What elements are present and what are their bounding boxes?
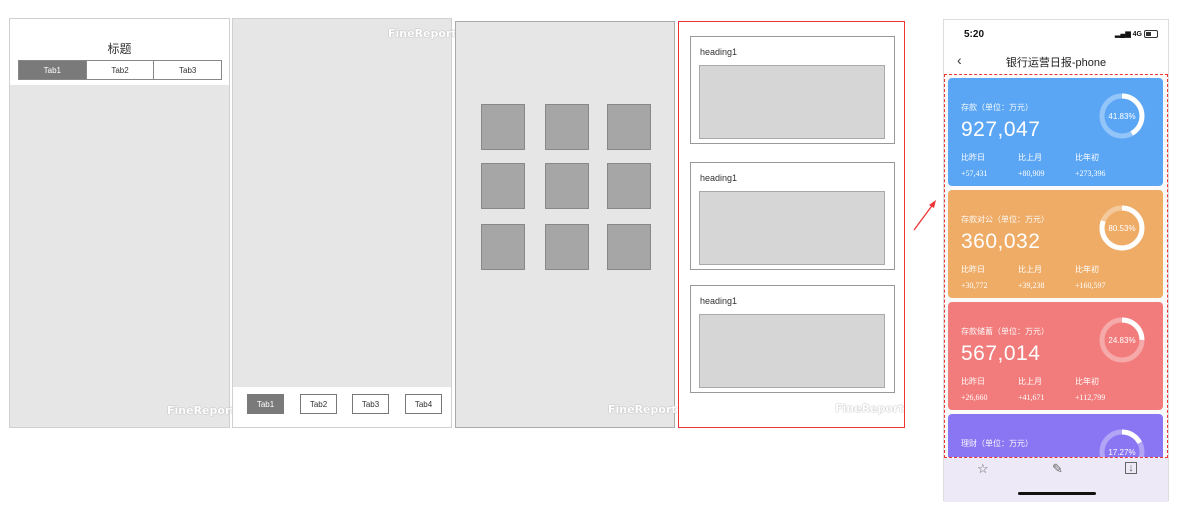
nav-bar: ‹ 银行运营日报-phone bbox=[944, 50, 1168, 74]
status-bar: 5:20 ▂▄▆ 4G bbox=[944, 20, 1168, 50]
percent-text: 24.83% bbox=[1108, 335, 1136, 345]
metric-label: 存款（单位：万元） bbox=[961, 103, 1033, 112]
download-icon[interactable]: ↓ bbox=[1125, 462, 1137, 474]
phone-preview: 5:20 ▂▄▆ 4G ‹ 银行运营日报-phone 存款（单位：万元） 927,… bbox=[943, 19, 1169, 502]
watermark: FineReport bbox=[388, 27, 457, 40]
report-scroll-area[interactable]: 存款（单位：万元） 927,047 比昨日 +57,431 比上月 +80,909 比年初 +… bbox=[944, 74, 1168, 458]
card-heading: heading1 bbox=[700, 296, 738, 306]
status-time: 5:20 bbox=[964, 29, 985, 40]
compare-value: +26,660 bbox=[961, 393, 988, 402]
tab-bar: Tab1 Tab2 Tab3 bbox=[18, 60, 222, 80]
compare-label: 比年初 bbox=[1075, 377, 1099, 386]
arrow-icon bbox=[913, 200, 936, 231]
compare-value: +41,671 bbox=[1018, 393, 1045, 402]
grid-tile[interactable] bbox=[545, 224, 589, 270]
page-title: 标题 bbox=[107, 42, 132, 56]
watermark: FineReport bbox=[835, 402, 904, 415]
star-icon[interactable]: ☆ bbox=[977, 461, 989, 477]
template-grid: FineReport bbox=[455, 21, 677, 428]
metric-value: 567,014 bbox=[961, 342, 1041, 365]
card-heading: heading1 bbox=[700, 173, 738, 183]
metric-card[interactable]: 存款对公（单位：万元） 360,032 比昨日 +30,772 比上月 +39,238 比年… bbox=[948, 190, 1163, 298]
compare-label: 比年初 bbox=[1075, 153, 1099, 162]
battery-icon bbox=[1144, 30, 1158, 38]
card-content-placeholder bbox=[699, 65, 885, 139]
grid-tile[interactable] bbox=[545, 163, 589, 209]
metric-label: 存款储蓄（单位：万元） bbox=[961, 327, 1049, 336]
percent-text: 41.83% bbox=[1108, 111, 1136, 121]
metric-label: 存款对公（单位：万元） bbox=[961, 215, 1049, 224]
bottom-tab-2[interactable]: Tab2 bbox=[300, 394, 337, 414]
template-cards-highlighted: heading1 heading1 heading1 FineReport bbox=[678, 21, 905, 428]
card[interactable]: heading1 bbox=[690, 285, 895, 393]
watermark: FineReport bbox=[608, 403, 677, 416]
grid-tile[interactable] bbox=[607, 224, 651, 270]
pencil-icon[interactable]: ✎ bbox=[1052, 461, 1063, 477]
metric-card[interactable]: 理财（单位：万元） 17.27% bbox=[948, 414, 1163, 457]
metric-card[interactable]: 存款储蓄（单位：万元） 567,014 比昨日 +26,660 比上月 +41,671 比年… bbox=[948, 302, 1163, 410]
card-heading: heading1 bbox=[700, 47, 738, 57]
compare-value: +30,772 bbox=[961, 281, 988, 290]
compare-value: +273,396 bbox=[1075, 169, 1106, 178]
tab-1[interactable]: Tab1 bbox=[19, 61, 86, 79]
grid-tile[interactable] bbox=[481, 104, 525, 150]
grid-tile[interactable] bbox=[607, 163, 651, 209]
signal-indicator: ▂▄▆ 4G bbox=[1114, 31, 1142, 38]
compare-label: 比昨日 bbox=[961, 153, 985, 162]
metric-value: 360,032 bbox=[961, 230, 1041, 253]
card-content-placeholder bbox=[699, 191, 885, 265]
template-bottom-tabs: FineReport Tab1 Tab2 Tab3 Tab4 bbox=[232, 18, 457, 428]
metric-value: 927,047 bbox=[961, 118, 1041, 141]
compare-value: +57,431 bbox=[961, 169, 988, 178]
compare-label: 比上月 bbox=[1018, 153, 1042, 162]
compare-label: 比昨日 bbox=[961, 377, 985, 386]
report-title: 银行运营日报-phone bbox=[1005, 57, 1107, 69]
card[interactable]: heading1 bbox=[690, 36, 895, 144]
bottom-tab-4[interactable]: Tab4 bbox=[405, 394, 442, 414]
home-indicator bbox=[1018, 492, 1096, 495]
compare-value: +80,909 bbox=[1018, 169, 1045, 178]
grid-tile[interactable] bbox=[545, 104, 589, 150]
header-area: 标题 Tab1 Tab2 Tab3 bbox=[10, 19, 229, 85]
compare-value: +112,799 bbox=[1075, 393, 1106, 402]
bottom-tab-1[interactable]: Tab1 bbox=[247, 394, 284, 414]
tab-2[interactable]: Tab2 bbox=[85, 61, 154, 79]
bottom-toolbar: ☆ ✎ ↓ bbox=[944, 458, 1168, 502]
template-top-tabs: 标题 Tab1 Tab2 Tab3 FineReport bbox=[9, 18, 236, 428]
bottom-tab-3[interactable]: Tab3 bbox=[352, 394, 389, 414]
metric-label: 理财（单位：万元） bbox=[961, 439, 1033, 448]
compare-value: +160,597 bbox=[1075, 281, 1106, 290]
percent-text: 80.53% bbox=[1108, 223, 1136, 233]
compare-label: 比昨日 bbox=[961, 265, 985, 274]
grid-tile[interactable] bbox=[481, 224, 525, 270]
card[interactable]: heading1 bbox=[690, 162, 895, 270]
network-type: 4G bbox=[1132, 31, 1142, 38]
compare-value: +39,238 bbox=[1018, 281, 1045, 290]
compare-label: 比上月 bbox=[1018, 265, 1042, 274]
grid-tile[interactable] bbox=[481, 163, 525, 209]
grid-tile[interactable] bbox=[607, 104, 651, 150]
tab-3[interactable]: Tab3 bbox=[153, 61, 222, 79]
watermark: FineReport bbox=[167, 404, 236, 417]
compare-label: 比上月 bbox=[1018, 377, 1042, 386]
metric-card[interactable]: 存款（单位：万元） 927,047 比昨日 +57,431 比上月 +80,909 比年初 +… bbox=[948, 78, 1163, 186]
percent-text: 17.27% bbox=[1108, 447, 1136, 457]
bottom-tab-bar: Tab1 Tab2 Tab3 Tab4 bbox=[233, 394, 451, 414]
compare-label: 比年初 bbox=[1075, 265, 1099, 274]
card-content-placeholder bbox=[699, 314, 885, 388]
